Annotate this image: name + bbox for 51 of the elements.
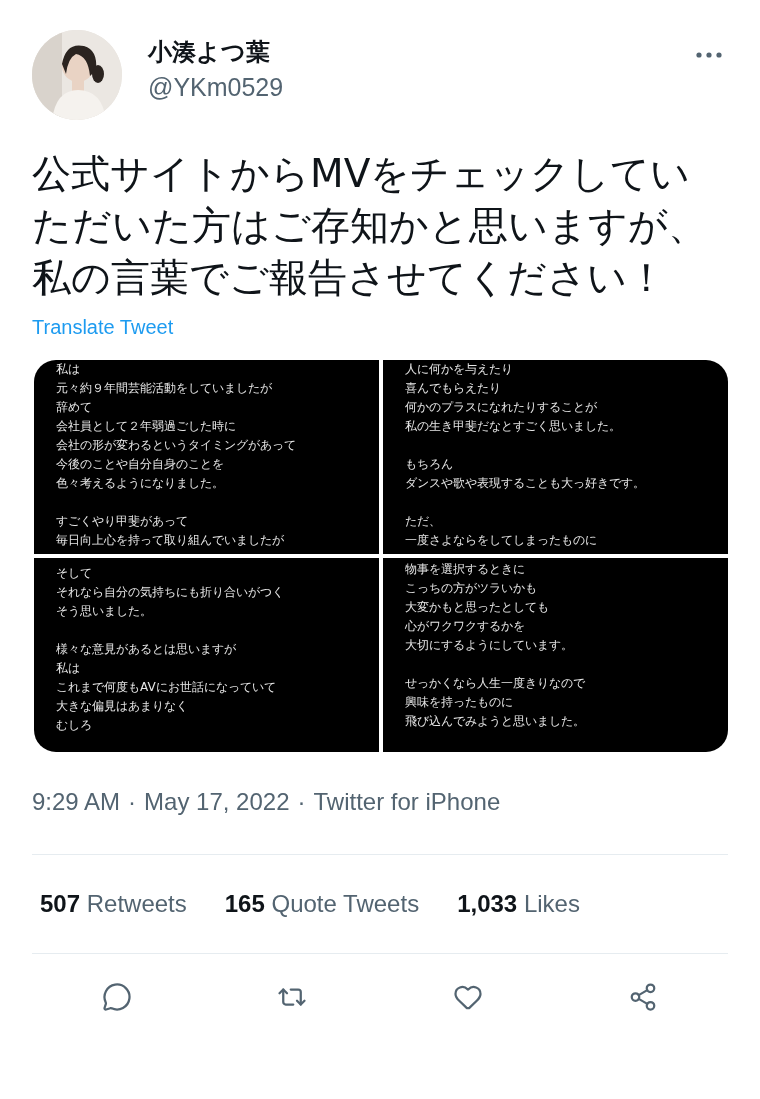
image-text-line: 元々約９年間芸能活動をしていましたが <box>56 380 272 397</box>
image-text-panel[interactable]: 私は 元々約９年間芸能活動をしていましたが 辞めて 会社員として２年弱過ごした時に 会社の形が変わるというタイミングがあって 今後のことや自分自身のことを 色々考えるようになりました。 すごくやり甲斐があって 毎日向上心を持って取り組んでいましたが <box>34 360 379 554</box>
image-text-panel[interactable]: 物事を選択するときに こっちの方がツラいかも 大変かもと思ったとしても 心がワクワクするかを 大切にするようにしています。 せっかくなら人生一度きりなので 興味を持ったものに 飛び込んでみようと思いました。 <box>383 558 728 752</box>
image-text-line: 一度さよならをしてしまったものに <box>405 532 597 549</box>
image-text-line: 色々考えるようになりました。 <box>56 475 224 492</box>
image-text-line: 心がワクワクするかを <box>405 618 525 635</box>
image-text-line: 興味を持ったものに <box>405 694 513 711</box>
image-text-line: すごくやり甲斐があって <box>56 513 188 530</box>
image-text-line: 大変かもと思ったとしても <box>405 599 549 616</box>
image-text-panel[interactable]: そして それなら自分の気持ちにも折り合いがつく そう思いました。 様々な意見があるとは思いますが 私は これまで何度もAVにお世話になっていて 大きな偏見はあまりなく むしろ <box>34 558 379 752</box>
image-text-line: もちろん <box>405 456 453 473</box>
image-text-line: 辞めて <box>56 399 92 416</box>
image-text-line: 大きな偏見はあまりなく <box>56 698 188 715</box>
image-text-line: 今後のことや自分自身のことを <box>56 456 224 473</box>
reply-icon[interactable] <box>102 982 132 1012</box>
image-text-panel[interactable]: 人に何かを与えたり 喜んでもらえたり 何かのプラスになれたりすることが 私の生き甲斐だなとすごく思いました。 もちろん ダンスや歌や表現することも大っ好きです。 ただ、 一度さよならをしてしまったものに <box>383 360 728 554</box>
image-text-line: 喜んでもらえたり <box>405 380 501 397</box>
image-text-line: そう思いました。 <box>56 603 152 620</box>
image-text-line: 私の生き甲斐だなとすごく思いました。 <box>405 418 621 435</box>
image-text-line: せっかくなら人生一度きりなので <box>405 675 585 692</box>
tweet-time: 9:29 AM <box>32 787 121 817</box>
image-text-line: それなら自分の気持ちにも折り合いがつく <box>56 584 284 601</box>
stat-link[interactable]: 507 Retweets <box>40 886 187 922</box>
source-link[interactable]: Twitter for iPhone <box>313 784 501 820</box>
display-name[interactable]: 小湊よつ葉 <box>148 36 284 68</box>
tweet-text: 公式サイトからMVをチェックしていただいた方はご存知かと思いますが、私の言葉でご報告させてください！ <box>32 150 708 302</box>
image-text-line: 私は <box>56 660 80 677</box>
image-text-line: 何かのプラスになれたりすることが <box>405 399 597 416</box>
image-text-line: 毎日向上心を持って取り組んでいましたが <box>56 532 284 549</box>
stat-link[interactable]: 165 Quote Tweets <box>224 886 420 922</box>
image-text-line: そして <box>56 565 92 582</box>
image-text-line: ただ、 <box>405 513 441 530</box>
image-text-line: 会社員として２年弱過ごした時に <box>56 418 236 435</box>
image-text-line: これまで何度もAVにお世話になっていて <box>56 679 276 696</box>
image-text-line: 人に何かを与えたり <box>405 361 513 378</box>
share-icon[interactable] <box>628 982 658 1012</box>
separator-dot: · <box>128 787 137 817</box>
image-text-line: 様々な意見があるとは思いますが <box>56 641 236 658</box>
handle[interactable]: @YKm0529 <box>148 70 284 104</box>
image-text-line: 私は <box>56 361 80 378</box>
image-text-line: こっちの方がツラいかも <box>405 580 537 597</box>
image-text-line: 飛び込んでみようと思いました。 <box>405 713 585 730</box>
stat-link[interactable]: 1,033 Likes <box>457 886 580 922</box>
image-text-line: 物事を選択するときに <box>405 561 525 578</box>
more-icon[interactable] <box>696 52 722 58</box>
image-text-line: ダンスや歌や表現することも大っ好きです。 <box>405 475 645 492</box>
tweet-date: May 17, 2022 <box>144 787 290 817</box>
separator-dot: · <box>297 787 306 817</box>
image-text-line: 会社の形が変わるというタイミングがあって <box>56 437 296 454</box>
image-text-line: むしろ <box>56 717 92 734</box>
image-text-line: 大切にするようにしています。 <box>405 637 573 654</box>
